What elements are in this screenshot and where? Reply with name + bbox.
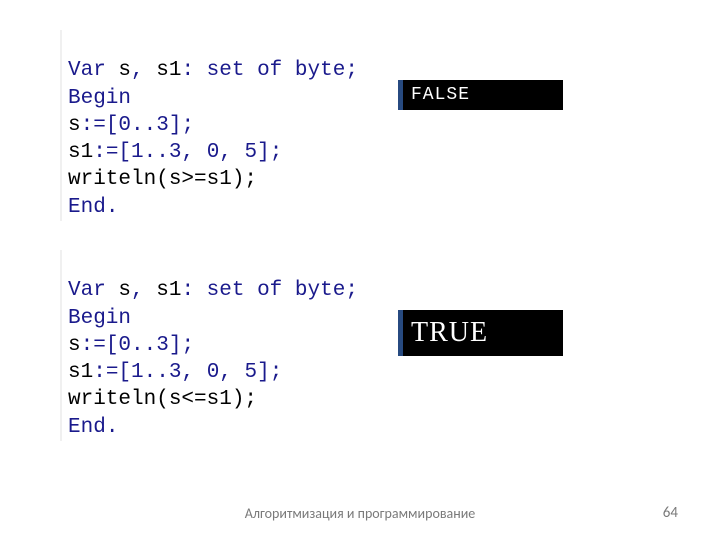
output-text: TRUE [411, 317, 488, 349]
num: 3 [156, 114, 169, 137]
id-s: s [106, 279, 131, 302]
num: 3 [169, 141, 182, 164]
semicolon: ; [345, 59, 358, 82]
close: ]; [257, 141, 282, 164]
kw-byte: byte [295, 279, 345, 302]
console-output-1: FALSE [398, 80, 563, 110]
kw-end: End [68, 196, 106, 219]
kw-var: Var [68, 59, 106, 82]
assign: :=[ [81, 114, 119, 137]
id-s1: s1 [68, 361, 93, 384]
assign: :=[ [93, 361, 131, 384]
comma: , [131, 279, 144, 302]
close: ]; [169, 334, 194, 357]
num: 1 [131, 361, 144, 384]
dot: . [106, 196, 119, 219]
page-number: 64 [663, 504, 678, 522]
colon: : [181, 279, 194, 302]
id-s: s [68, 334, 81, 357]
console-output-2: TRUE [398, 310, 563, 356]
kw-var: Var [68, 279, 106, 302]
num: 1 [131, 141, 144, 164]
kw-begin: Begin [68, 307, 131, 330]
comma: , [219, 141, 244, 164]
semicolon: ; [345, 279, 358, 302]
expr: (s<=s1); [156, 388, 257, 411]
num: 0 [118, 114, 131, 137]
kw-begin: Begin [68, 87, 131, 110]
range: .. [131, 334, 156, 357]
code-block-2: Var s, s1: set of byte; Begin s:=[0..3];… [60, 250, 358, 441]
num: 0 [207, 361, 220, 384]
kw-set-of: set of [194, 279, 295, 302]
range: .. [144, 141, 169, 164]
num: 3 [169, 361, 182, 384]
fn-writeln: writeln [68, 168, 156, 191]
id-s1: s1 [144, 59, 182, 82]
id-s1: s1 [68, 141, 93, 164]
id-s: s [68, 114, 81, 137]
slide: Var s, s1: set of byte; Begin s:=[0..3];… [0, 0, 720, 540]
range: .. [144, 361, 169, 384]
close: ]; [169, 114, 194, 137]
footer-text: Алгоритмизация и программирование [0, 505, 720, 522]
expr: (s>=s1); [156, 168, 257, 191]
colon: : [181, 59, 194, 82]
kw-set-of: set of [194, 59, 295, 82]
close: ]; [257, 361, 282, 384]
fn-writeln: writeln [68, 388, 156, 411]
dot: . [106, 416, 119, 439]
comma: , [181, 141, 206, 164]
output-text: FALSE [411, 85, 470, 105]
comma: , [219, 361, 244, 384]
assign: :=[ [93, 141, 131, 164]
kw-byte: byte [295, 59, 345, 82]
num: 0 [207, 141, 220, 164]
comma: , [131, 59, 144, 82]
num: 5 [245, 361, 258, 384]
id-s1: s1 [144, 279, 182, 302]
assign: :=[ [81, 334, 119, 357]
range: .. [131, 114, 156, 137]
comma: , [181, 361, 206, 384]
kw-end: End [68, 416, 106, 439]
code-block-1: Var s, s1: set of byte; Begin s:=[0..3];… [60, 30, 358, 221]
num: 0 [118, 334, 131, 357]
id-s: s [106, 59, 131, 82]
num: 3 [156, 334, 169, 357]
num: 5 [245, 141, 258, 164]
